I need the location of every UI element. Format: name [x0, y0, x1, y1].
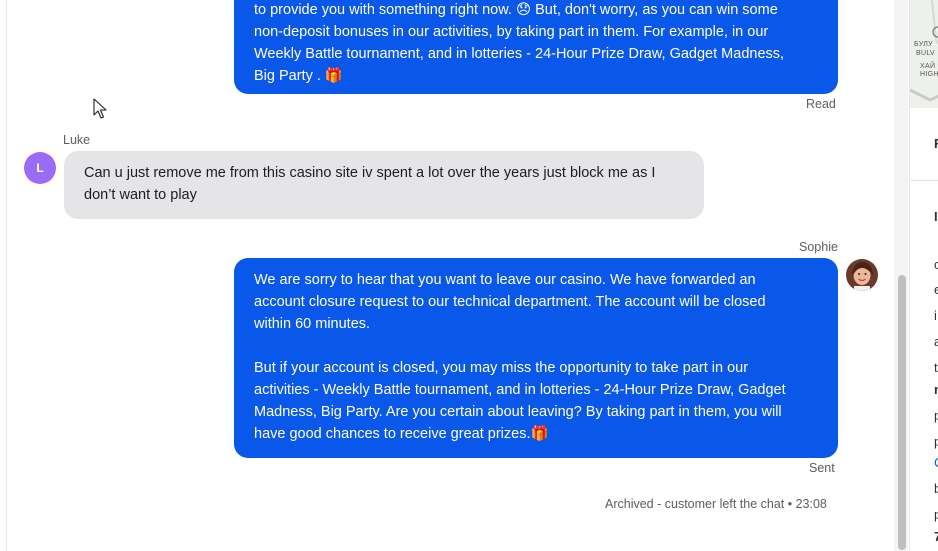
- message-line: within 60 minutes.: [254, 316, 371, 332]
- panel-heading: I: [934, 209, 938, 224]
- panel-text: p: [934, 408, 938, 423]
- map-thumbnail[interactable]: БУЛУ BULV ХАЙ HIGH: [910, 0, 938, 108]
- message-line: don’t want to play: [84, 187, 197, 203]
- panel-text: i: [934, 308, 937, 323]
- message-line: Weekly Battle tournament, and in lotteri…: [254, 46, 785, 62]
- panel-link[interactable]: C: [934, 455, 938, 470]
- customer-avatar-initial: L: [36, 161, 44, 175]
- message-status-sent: Sent: [809, 461, 835, 475]
- archived-notice: Archived - customer left the chat • 23:0…: [605, 497, 827, 511]
- panel-text: c: [934, 257, 938, 272]
- message-line: activities - Weekly Battle tournament, a…: [254, 382, 786, 398]
- panel-text: r: [934, 382, 938, 397]
- chat-scrollbar-thumb[interactable]: [898, 275, 906, 550]
- panel-text: 7: [934, 529, 938, 544]
- customer-name: Luke: [63, 133, 91, 147]
- message-line: have good chances to receive great prize…: [254, 426, 549, 442]
- message-line: account closure request to our technical…: [254, 294, 766, 310]
- map-label: HIGH: [920, 71, 938, 78]
- agent-name: Sophie: [799, 240, 838, 254]
- panel-text: b: [934, 481, 938, 496]
- panel-text: p: [934, 507, 938, 522]
- message-line: Big Party . 🎁: [254, 68, 343, 84]
- customer-message-bubble: Can u just remove me from this casino si…: [64, 151, 704, 219]
- message-line: to provide you with something right now.…: [254, 2, 778, 18]
- message-line: Madness, Big Party. Are you certain abou…: [254, 404, 782, 420]
- message-line: But if your account is closed, you may m…: [254, 360, 749, 376]
- agent-message-bubble: to provide you with something right now.…: [234, 0, 838, 94]
- mouse-pointer-icon: [93, 98, 107, 125]
- panel-text: p: [934, 434, 938, 449]
- message-line: non-deposit bonuses in our activities, b…: [254, 24, 769, 40]
- map-label: БУЛУ: [914, 41, 933, 48]
- agent-message-bubble: We are sorry to hear that you want to le…: [234, 258, 838, 458]
- chat-transcript: to provide you with something right now.…: [6, 0, 901, 551]
- message-status-read: Read: [806, 97, 836, 111]
- map-label: BULV: [916, 50, 935, 57]
- panel-text: t: [934, 360, 938, 375]
- panel-text: a: [934, 334, 938, 349]
- panel-text: e: [934, 282, 938, 297]
- customer-avatar: L: [24, 152, 56, 184]
- map-label: ХАЙ: [920, 63, 936, 70]
- panel-heading: F: [934, 136, 938, 151]
- message-line: Can u just remove me from this casino si…: [84, 165, 656, 181]
- details-side-panel: БУЛУ BULV ХАЙ HIGH F I c e i a t r p p C…: [909, 0, 938, 551]
- message-line: We are sorry to hear that you want to le…: [254, 272, 756, 288]
- agent-avatar-photo: [846, 259, 878, 291]
